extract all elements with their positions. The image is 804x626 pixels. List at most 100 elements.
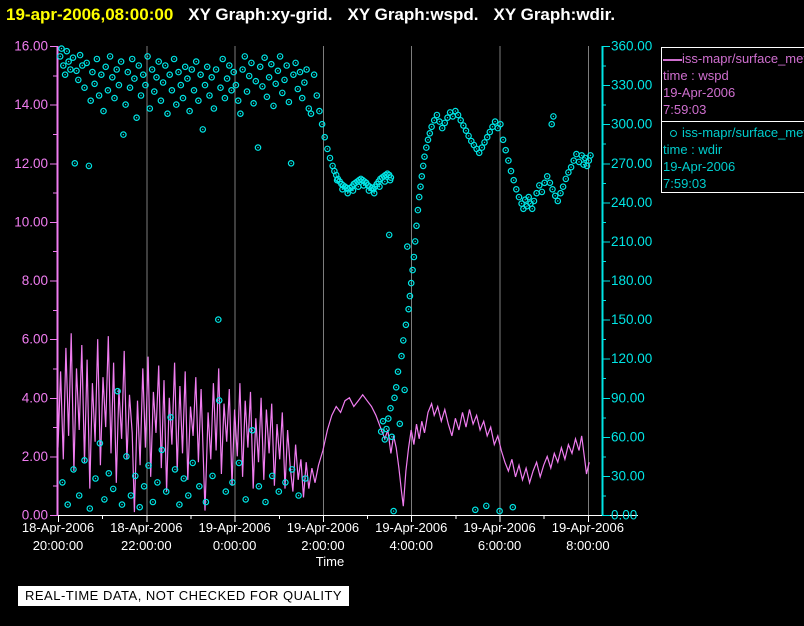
wdir-point-center [188, 110, 191, 112]
wdir-point-center [102, 110, 105, 112]
wdir-point-center [278, 490, 280, 493]
wdir-point-center [418, 196, 420, 198]
wdir-point-center [567, 171, 570, 174]
wdir-point-center [491, 126, 494, 128]
wdir-point-center [526, 205, 528, 207]
wdir-point-center [166, 113, 169, 115]
wdir-point-center [206, 66, 208, 68]
wdir-point-center [347, 192, 349, 194]
wdir-point-center [415, 225, 418, 227]
wdir-point-center [288, 101, 290, 103]
legend-entry-wspd: iss-mapr/surface_met time : wspd 19-Apr-… [663, 50, 804, 118]
wdir-point-center [384, 180, 386, 183]
wdir-point-center [261, 85, 264, 88]
wdir-point-center [419, 186, 422, 188]
wdir-point-center [183, 477, 185, 480]
wdir-point-center [235, 84, 237, 86]
wdir-point-center [291, 468, 293, 471]
wdir-point-center [281, 92, 283, 94]
wdir-point-center [89, 507, 91, 510]
wdir-point-center [91, 71, 94, 73]
wdir-point-center [389, 407, 392, 409]
wdir-point-center [405, 324, 407, 326]
wdir-point-center [400, 355, 403, 357]
wdir-point-center [146, 55, 149, 58]
wdir-point-center [66, 50, 68, 52]
wdir-point-center [425, 146, 427, 149]
wdir-point-center [402, 339, 404, 342]
wdir-point-center [228, 64, 230, 67]
wdir-point-center [230, 89, 233, 92]
wdir-point-center [67, 60, 70, 63]
wdir-point-center [120, 60, 122, 63]
wdir-point-center [116, 68, 118, 71]
wdir-point-center [264, 501, 267, 503]
wdir-point-center [69, 68, 72, 71]
wdir-point-center [433, 119, 435, 122]
wdir-point-center [217, 318, 219, 321]
wdir-point-center [329, 157, 331, 159]
wdir-point-center [449, 111, 451, 114]
x-tick-time: 6:00:00 [478, 538, 521, 553]
wdir-point-center [388, 234, 390, 236]
wdir-point-center [130, 494, 132, 497]
legend-border-divider [661, 121, 804, 122]
wdir-point-center [407, 308, 410, 310]
wdir-point-center [529, 202, 532, 205]
wdir-point-center [481, 146, 483, 149]
wdir-point-center [169, 416, 172, 418]
wdir-point-center [565, 178, 567, 180]
wdir-point-center [99, 442, 101, 444]
wdir-point-center [497, 127, 499, 129]
wdir-point-center [575, 153, 578, 155]
wdir-point-center [143, 485, 145, 487]
wdir-point-center [299, 71, 301, 73]
left-tick-label: 12.00 [14, 156, 48, 171]
wdir-point-center [335, 174, 337, 176]
wdir-point-center [341, 188, 344, 190]
x-tick-time: 22:00:00 [121, 538, 172, 553]
wdir-point-center [93, 83, 96, 85]
wdir-point-center [134, 475, 136, 477]
left-tick-label: 16.00 [14, 39, 48, 54]
wdir-point-center [395, 386, 397, 388]
wdir-point-center [259, 66, 261, 68]
wdir-point-center [452, 115, 454, 118]
wdir-point-center [72, 57, 74, 59]
wdir-point-center [193, 89, 195, 92]
wdir-point-center [380, 430, 382, 433]
wdir-point-center [429, 132, 431, 134]
wdir-point-center [385, 428, 388, 430]
wdir-point-center [266, 96, 268, 98]
wdir-point-center [178, 503, 181, 506]
wdir-point-center [226, 77, 228, 80]
wdir-point-center [387, 417, 389, 420]
legend-border-top [661, 47, 804, 48]
wdir-point-center [198, 485, 200, 487]
wdir-point-center [72, 468, 75, 471]
wdir-point-center [551, 188, 554, 190]
wdir-point-center [107, 89, 109, 92]
legend-wspd-date: 19-Apr-2006 [663, 85, 736, 100]
wdir-point-center [505, 149, 507, 151]
wdir-point-center [237, 100, 239, 102]
wdir-point-center [421, 175, 423, 177]
wdir-point-center [60, 47, 63, 50]
wdir-point-center [241, 68, 244, 71]
wdir-point-center [171, 89, 173, 92]
wdir-point-center [333, 170, 336, 172]
legend-wspd-source: iss-mapr/surface_met [682, 51, 804, 66]
wdir-point-center [283, 79, 286, 81]
wdir-point-center [96, 58, 98, 60]
xy-graph-plot[interactable]: 18-Apr-2006 20:00:00 18-Apr-2006 22:00:00 19… [0, 0, 660, 591]
wdir-point-center [410, 282, 412, 284]
quality-banner: REAL-TIME DATA, NOT CHECKED FOR QUALITY [18, 586, 350, 606]
wdir-point-center [153, 90, 155, 93]
wdir-point-center [224, 97, 226, 99]
x-tick-date: 18-Apr-2006 [110, 520, 182, 535]
wdir-point-center [173, 58, 175, 60]
wdir-point-center [248, 75, 250, 77]
wdir-point-center [121, 503, 123, 506]
wdir-point-center [239, 113, 242, 115]
wdir-point-center [152, 501, 154, 503]
